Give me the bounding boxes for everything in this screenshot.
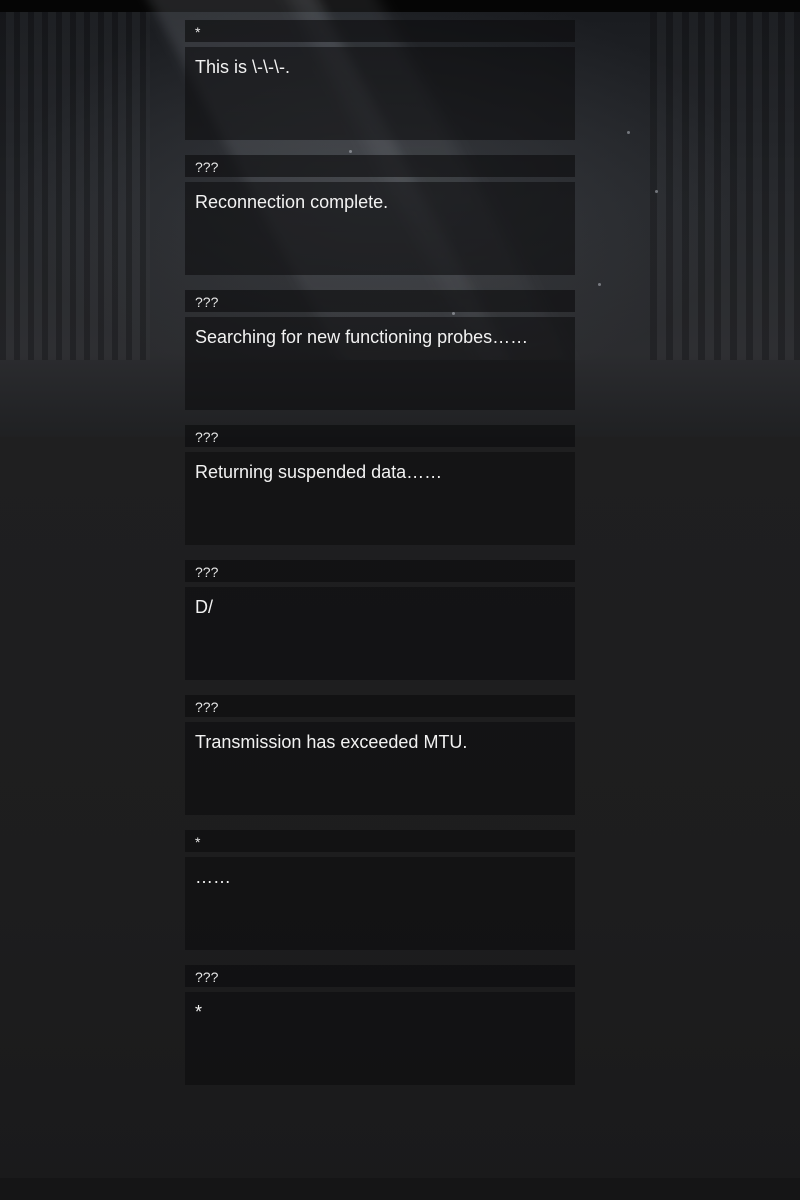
dialogue-line: This is \-\-\-. <box>195 57 290 77</box>
dialogue-line: …… <box>195 867 231 887</box>
speaker-bar: ??? <box>185 965 575 987</box>
dialogue-text-box: This is \-\-\-. <box>185 47 575 140</box>
speaker-bar: ??? <box>185 560 575 582</box>
speaker-name: * <box>195 24 201 40</box>
dialogue-text-box: Transmission has exceeded MTU. <box>185 722 575 815</box>
dialogue-text-box: Returning suspended data…… <box>185 452 575 545</box>
dialogue-text-box: D/ <box>185 587 575 680</box>
log-entry: ??? Returning suspended data…… <box>185 423 575 558</box>
log-entry: ??? Reconnection complete. <box>185 153 575 288</box>
speaker-bar: ??? <box>185 425 575 447</box>
dialogue-text-box: * <box>185 992 575 1085</box>
speaker-bar: * <box>185 20 575 42</box>
right-curtain <box>650 12 800 402</box>
log-entry: ??? D/ <box>185 558 575 693</box>
log-entry: ??? * <box>185 963 575 1098</box>
dialogue-line: Reconnection complete. <box>195 192 389 212</box>
log-entry: ??? Searching for new functioning probes… <box>185 288 575 423</box>
speaker-name: ??? <box>195 969 219 985</box>
speaker-name: ??? <box>195 429 219 445</box>
dialogue-text-box: Reconnection complete. <box>185 182 575 275</box>
speaker-name: ??? <box>195 294 219 310</box>
speaker-name: ??? <box>195 159 219 175</box>
speaker-bar: ??? <box>185 695 575 717</box>
dialogue-line: Returning suspended data…… <box>195 462 443 482</box>
top-letterbox-bar <box>0 0 800 12</box>
dialogue-line: Searching for new functioning probes…… <box>195 327 529 347</box>
speaker-name: * <box>195 834 201 850</box>
dialogue-text-box: Searching for new functioning probes…… <box>185 317 575 410</box>
dialogue-log[interactable]: * This is \-\-\-. ??? Reconnection compl… <box>185 18 575 1098</box>
bottom-letterbox-bar <box>0 1178 800 1200</box>
dust-particle <box>627 131 630 134</box>
dialogue-line: D/ <box>195 597 213 617</box>
left-curtain <box>0 12 150 402</box>
log-entry: * This is \-\-\-. <box>185 18 575 153</box>
speaker-name: ??? <box>195 564 219 580</box>
speaker-name: ??? <box>195 699 219 715</box>
dialogue-line: Transmission has exceeded MTU. <box>195 732 468 752</box>
dialogue-text-box: …… <box>185 857 575 950</box>
speaker-bar: ??? <box>185 155 575 177</box>
dust-particle <box>598 283 601 286</box>
speaker-bar: ??? <box>185 290 575 312</box>
log-entry: ??? Transmission has exceeded MTU. <box>185 693 575 828</box>
dust-particle <box>655 190 658 193</box>
dialogue-line: * <box>195 1002 203 1022</box>
log-entry: * …… <box>185 828 575 963</box>
speaker-bar: * <box>185 830 575 852</box>
